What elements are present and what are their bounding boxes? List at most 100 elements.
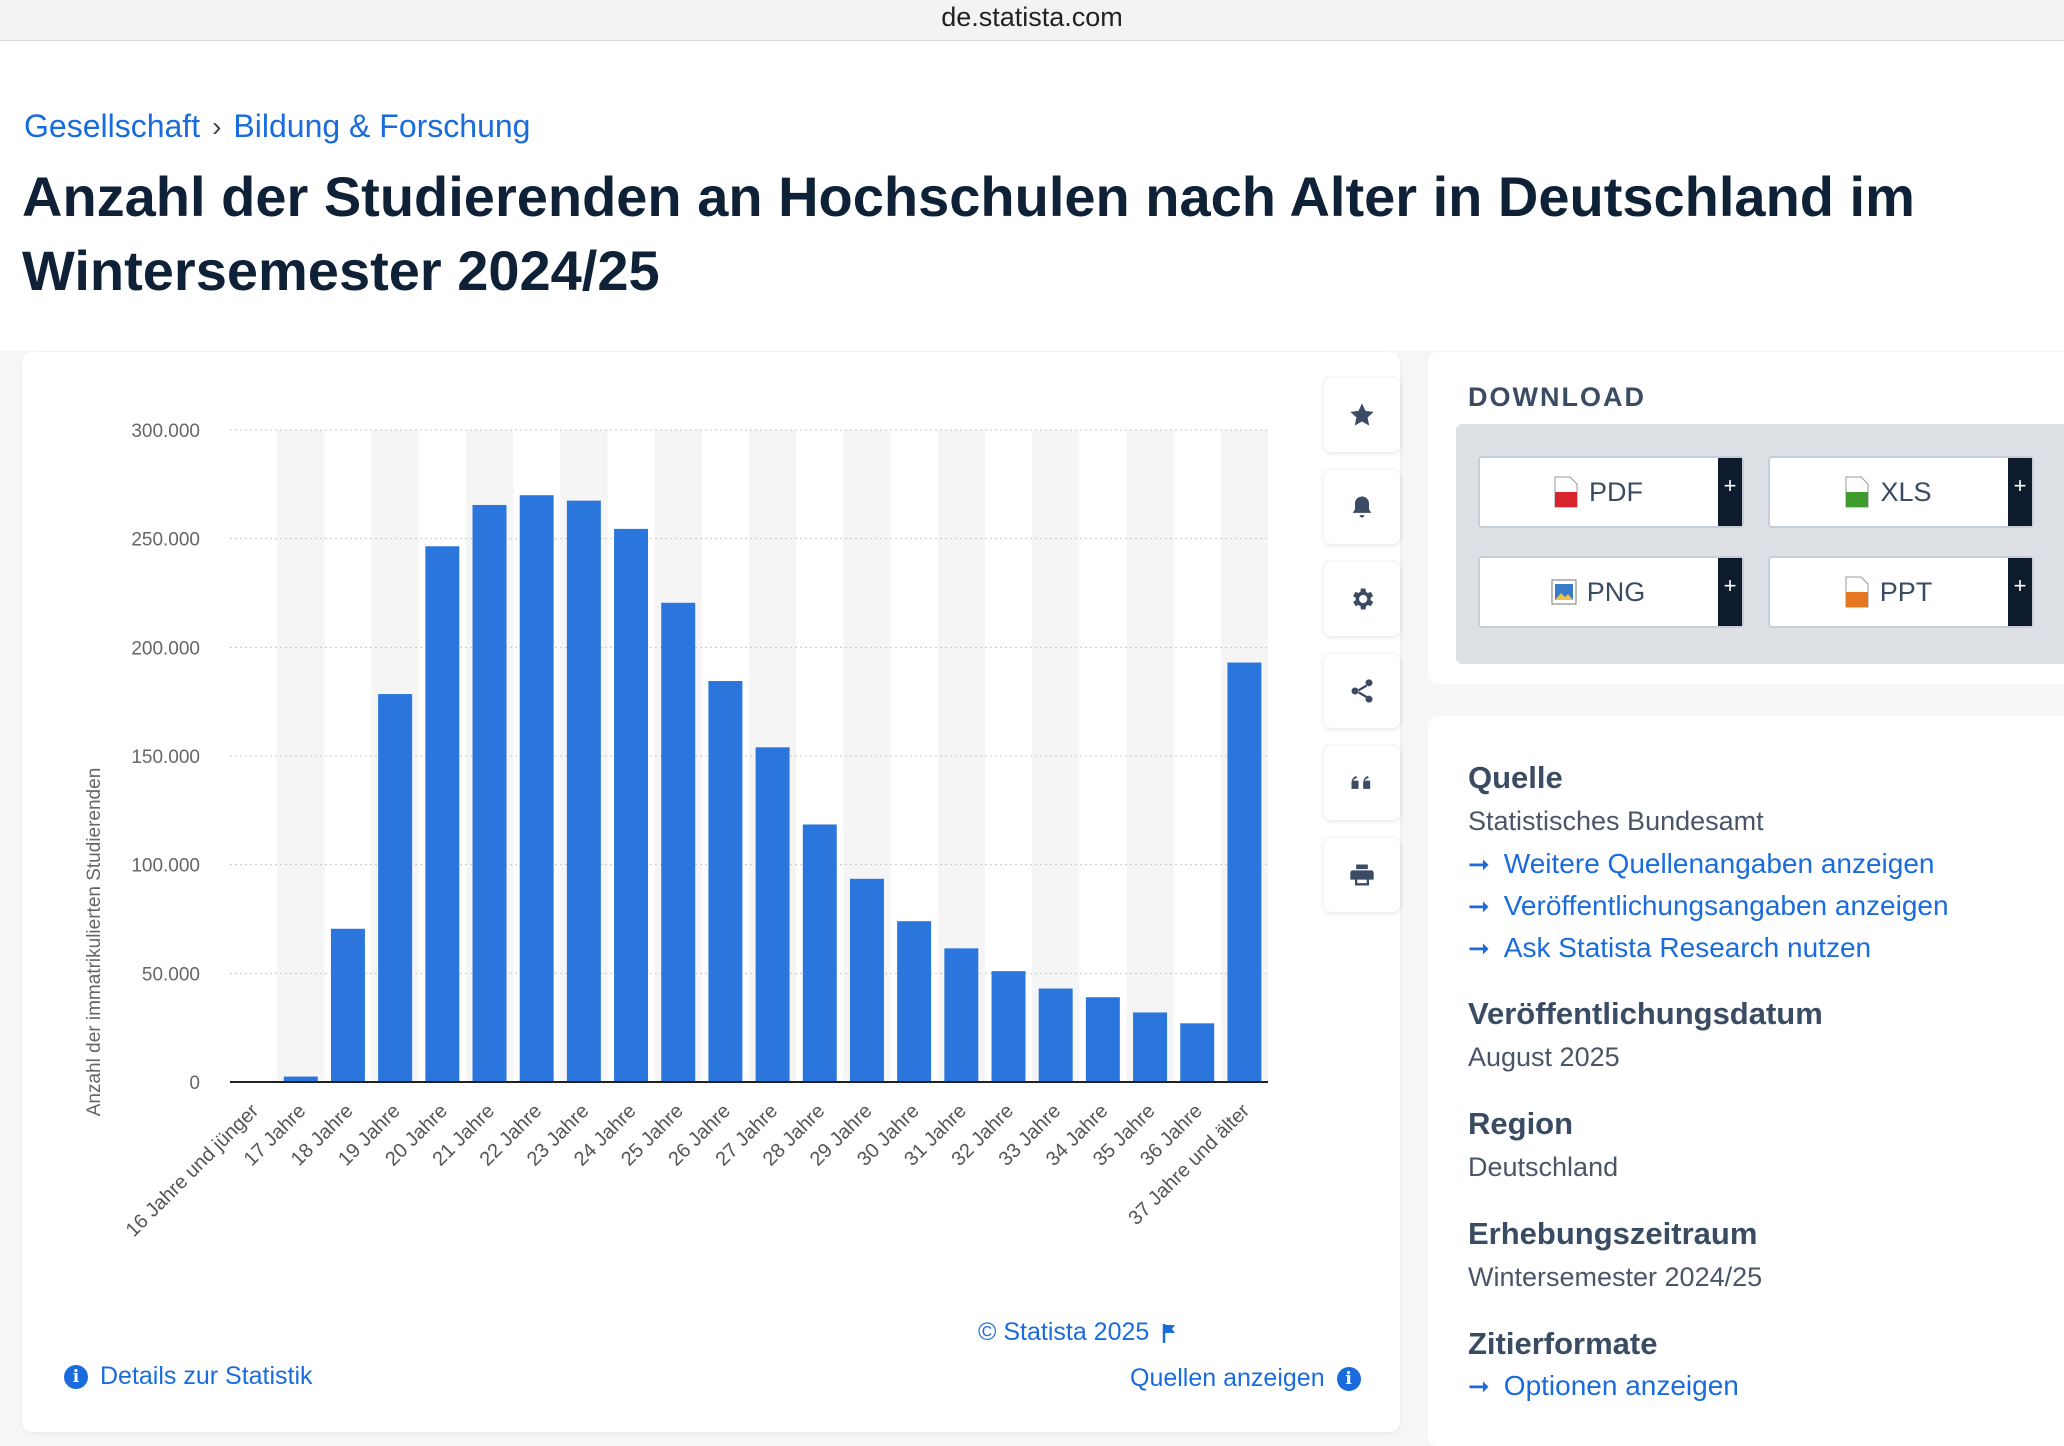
bar[interactable] bbox=[472, 504, 507, 1082]
share-icon bbox=[1351, 679, 1373, 703]
arrow-right-icon: ➞ bbox=[1468, 932, 1490, 963]
region-value: Deutschland bbox=[1468, 1152, 1619, 1182]
download-ppt-plus[interactable]: + bbox=[2008, 558, 2032, 626]
research-link[interactable]: ➞ Ask Statista Research nutzen bbox=[1468, 932, 1871, 964]
print-icon bbox=[1350, 864, 1374, 886]
download-pdf-plus[interactable]: + bbox=[1718, 458, 1742, 526]
y-tick-label: 150.000 bbox=[131, 747, 200, 768]
pdf-file-icon bbox=[1554, 476, 1578, 508]
more-sources-link[interactable]: ➞ Weitere Quellenangaben anzeigen bbox=[1468, 848, 1935, 880]
y-tick-label: 50.000 bbox=[142, 964, 200, 985]
cite-heading: Zitierformate bbox=[1468, 1326, 1658, 1361]
download-ppt-button[interactable]: PPT + bbox=[1768, 556, 2034, 628]
print-button[interactable] bbox=[1324, 838, 1400, 912]
xls-file-icon bbox=[1845, 476, 1869, 508]
settings-button[interactable] bbox=[1324, 562, 1400, 636]
info-icon: i bbox=[64, 1364, 88, 1389]
bar[interactable] bbox=[991, 971, 1026, 1082]
share-button[interactable] bbox=[1324, 654, 1400, 728]
info-icon: i bbox=[1336, 1366, 1361, 1391]
source-value: Statistisches Bundesamt bbox=[1468, 806, 1764, 836]
cite-button[interactable] bbox=[1324, 746, 1400, 820]
cite-options-link[interactable]: ➞ Optionen anzeigen bbox=[1468, 1370, 1739, 1402]
sources-link-label: Quellen anzeigen bbox=[1130, 1364, 1325, 1392]
publication-details-link[interactable]: ➞ Veröffentlichungsangaben anzeigen bbox=[1468, 890, 1949, 922]
star-icon bbox=[1350, 403, 1374, 426]
x-tick-label: 16 Jahre und jünger bbox=[122, 1100, 264, 1242]
copyright-link[interactable]: © Statista 2025 bbox=[978, 1318, 1179, 1347]
copyright-text: © Statista 2025 bbox=[978, 1318, 1150, 1346]
source-heading: Quelle bbox=[1468, 760, 1563, 795]
y-tick-label: 200.000 bbox=[131, 638, 200, 659]
region-heading: Region bbox=[1468, 1106, 1574, 1141]
bar[interactable] bbox=[1085, 997, 1120, 1082]
bar[interactable] bbox=[1133, 1012, 1168, 1082]
download-ppt-label: PPT bbox=[1879, 576, 1933, 607]
bar[interactable] bbox=[944, 948, 979, 1082]
bar[interactable] bbox=[849, 878, 884, 1082]
y-axis-label: Anzahl der immatrikulierten Studierenden bbox=[84, 768, 105, 1117]
bar[interactable] bbox=[425, 546, 460, 1082]
chart-card: 0 50.000 100.000 150.000 200.000 250.000 300.0… bbox=[22, 352, 1400, 1432]
breadcrumb-item-gesellschaft[interactable]: Gesellschaft bbox=[24, 108, 200, 145]
more-sources-label: Weitere Quellenangaben anzeigen bbox=[1503, 848, 1935, 879]
download-xls-label: XLS bbox=[1880, 476, 1932, 507]
download-png-label: PNG bbox=[1586, 576, 1646, 607]
publication-details-label: Veröffentlichungsangaben anzeigen bbox=[1503, 890, 1949, 921]
bar[interactable] bbox=[330, 928, 365, 1082]
bar[interactable] bbox=[378, 694, 413, 1082]
flag-icon bbox=[1163, 1323, 1176, 1343]
page-title: Anzahl der Studierenden an Hochschulen n… bbox=[22, 165, 1915, 302]
download-buttons: PDF + XLS + PNG + PPT + bbox=[1456, 424, 2064, 664]
download-xls-button[interactable]: XLS + bbox=[1768, 456, 2034, 528]
bar[interactable] bbox=[897, 921, 932, 1082]
y-tick-label: 300.000 bbox=[131, 421, 200, 442]
details-link-label: Details zur Statistik bbox=[100, 1362, 313, 1390]
url-text: de.statista.com bbox=[941, 2, 1123, 32]
breadcrumb-item-bildung[interactable]: Bildung & Forschung bbox=[233, 108, 530, 145]
download-pdf-label: PDF bbox=[1589, 476, 1643, 507]
breadcrumb-separator: › bbox=[212, 110, 222, 142]
arrow-right-icon: ➞ bbox=[1468, 1370, 1490, 1401]
download-xls-plus[interactable]: + bbox=[2008, 458, 2032, 526]
favorite-button[interactable] bbox=[1324, 378, 1400, 452]
pubdate-heading: Veröffentlichungsdatum bbox=[1468, 996, 1823, 1031]
download-title: DOWNLOAD bbox=[1468, 382, 1646, 412]
breadcrumb: Gesellschaft › Bildung & Forschung bbox=[24, 108, 530, 145]
ppt-file-icon bbox=[1845, 576, 1869, 608]
period-value: Wintersemester 2024/25 bbox=[1468, 1262, 1763, 1292]
notification-button[interactable] bbox=[1324, 470, 1400, 544]
y-tick-label: 100.000 bbox=[131, 856, 200, 877]
download-png-plus[interactable]: + bbox=[1718, 558, 1742, 626]
bell-icon bbox=[1352, 496, 1372, 518]
pubdate-value: August 2025 bbox=[1468, 1042, 1620, 1072]
bar[interactable] bbox=[1227, 662, 1262, 1082]
bar[interactable] bbox=[566, 500, 601, 1083]
arrow-right-icon: ➞ bbox=[1468, 848, 1490, 879]
details-link[interactable]: i Details zur Statistik bbox=[64, 1362, 313, 1391]
bar[interactable] bbox=[708, 681, 743, 1082]
bar[interactable] bbox=[755, 747, 790, 1082]
sources-link[interactable]: Quellen anzeigen i bbox=[1130, 1364, 1361, 1393]
cite-options-label: Optionen anzeigen bbox=[1503, 1370, 1739, 1401]
bar[interactable] bbox=[802, 824, 837, 1082]
png-file-icon bbox=[1551, 579, 1577, 605]
bar[interactable] bbox=[1180, 1023, 1215, 1082]
bar[interactable] bbox=[661, 602, 696, 1082]
quote-icon bbox=[1351, 776, 1371, 789]
download-pdf-button[interactable]: PDF + bbox=[1478, 456, 1744, 528]
browser-url-bar[interactable]: de.statista.com bbox=[0, 0, 2064, 41]
gear-icon bbox=[1353, 588, 1374, 610]
statistic-meta-card: Quelle Statistisches Bundesamt ➞ Weitere… bbox=[1428, 716, 2064, 1446]
bar[interactable] bbox=[614, 528, 649, 1082]
download-card: DOWNLOAD PDF + XLS + PNG + PPT + bbox=[1428, 352, 2064, 684]
arrow-right-icon: ➞ bbox=[1468, 890, 1490, 921]
y-tick-label: 0 bbox=[189, 1073, 200, 1094]
bar[interactable] bbox=[519, 495, 554, 1082]
y-tick-label: 250.000 bbox=[131, 530, 200, 551]
period-heading: Erhebungszeitraum bbox=[1468, 1216, 1758, 1251]
bar[interactable] bbox=[1038, 988, 1073, 1082]
download-png-button[interactable]: PNG + bbox=[1478, 556, 1744, 628]
bar-chart: 0 50.000 100.000 150.000 200.000 250.000 300.0… bbox=[84, 421, 1268, 1242]
research-label: Ask Statista Research nutzen bbox=[1503, 932, 1872, 963]
